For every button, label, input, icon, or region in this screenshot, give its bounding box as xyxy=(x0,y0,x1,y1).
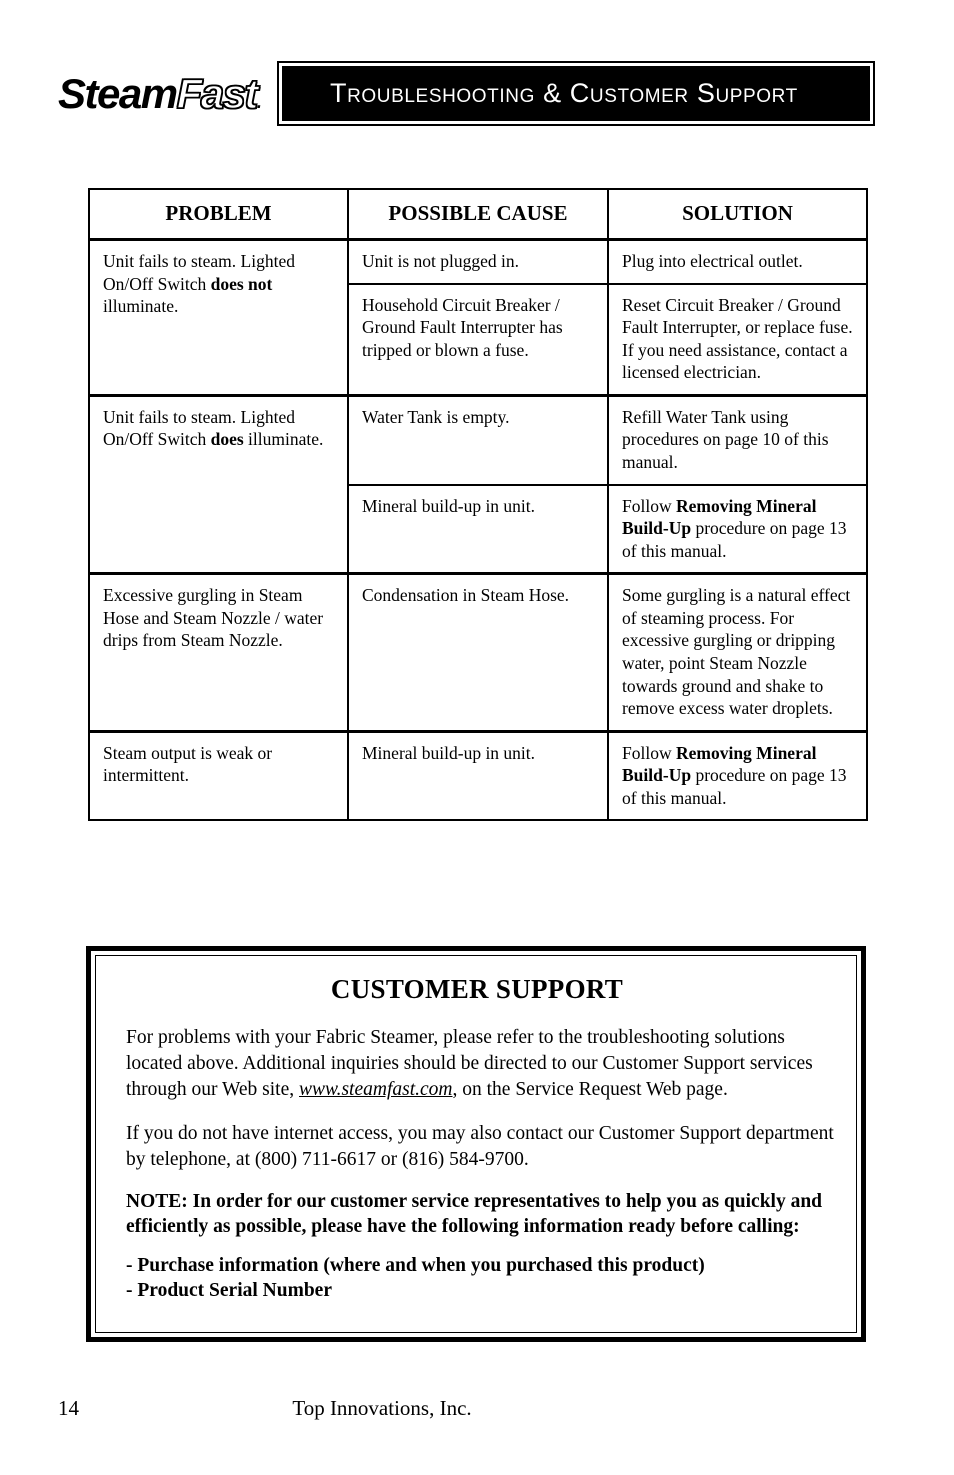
table-head: PROBLEM POSSIBLE CAUSE SOLUTION xyxy=(88,189,868,241)
steamfast-logo: SteamFast. xyxy=(58,68,268,120)
bullet-product-serial-number: - Product Serial Number xyxy=(126,1279,332,1301)
column-header-problem: PROBLEM xyxy=(88,189,349,241)
problem-text-bold: does xyxy=(210,429,244,450)
troubleshooting-table-wrapper: PROBLEM POSSIBLE CAUSE SOLUTION Unit fai… xyxy=(88,188,868,822)
cell-solution: Refill Water Tank using procedures on pa… xyxy=(607,393,868,485)
cell-problem: Excessive gurgling in Steam Hose and Ste… xyxy=(88,572,349,732)
customer-support-inner: CUSTOMER SUPPORT For problems with your … xyxy=(95,955,857,1333)
problem-text-tail: illuminate. xyxy=(243,429,324,450)
column-header-solution: SOLUTION xyxy=(607,189,868,241)
cell-cause: Household Circuit Breaker / Ground Fault… xyxy=(347,282,609,396)
section-banner: Troubleshooting & Customer Support xyxy=(277,61,875,126)
troubleshooting-table: PROBLEM POSSIBLE CAUSE SOLUTION Unit fai… xyxy=(88,188,868,822)
bullet-purchase-information: - Purchase information (where and when y… xyxy=(126,1255,705,1277)
customer-support-box: CUSTOMER SUPPORT For problems with your … xyxy=(86,946,866,1342)
paragraph-1-tail: , on the Service Request Web page. xyxy=(452,1078,728,1100)
cell-cause: Water Tank is empty. xyxy=(347,393,609,485)
section-title: Troubleshooting & Customer Support xyxy=(330,78,798,108)
cell-cause: Unit is not plugged in. xyxy=(347,238,609,284)
column-header-possible-cause: POSSIBLE CAUSE xyxy=(347,189,609,241)
cell-problem: Unit fails to steam. Lighted On/Off Swit… xyxy=(88,393,349,574)
logo-text-fast: Fast xyxy=(176,69,259,118)
table-header-row: PROBLEM POSSIBLE CAUSE SOLUTION xyxy=(88,189,868,241)
problem-text: Excessive gurgling in Steam Hose and Ste… xyxy=(103,585,324,651)
cell-solution: Follow Removing Mineral Build-Up procedu… xyxy=(607,483,868,574)
solution-text: Plug into electrical outlet. xyxy=(622,251,803,272)
problem-text-bold: does not xyxy=(210,273,273,294)
table-row: Unit fails to steam. Lighted On/Off Swit… xyxy=(88,393,868,574)
customer-support-bullets: - Purchase information (where and when y… xyxy=(120,1254,834,1303)
table-row: Excessive gurgling in Steam Hose and Ste… xyxy=(88,572,868,732)
customer-support-note: NOTE: In order for our customer service … xyxy=(126,1190,823,1238)
cell-problem: Unit fails to steam. Lighted On/Off Swit… xyxy=(88,238,349,396)
problem-text: Steam output is weak or intermittent. xyxy=(103,742,273,786)
customer-support-paragraph-1: For problems with your Fabric Steamer, p… xyxy=(120,1025,834,1103)
solution-text: Follow xyxy=(622,742,676,763)
solution-text: Reset Circuit Breaker / Ground Fault Int… xyxy=(622,294,853,383)
customer-support-title: CUSTOMER SUPPORT xyxy=(330,974,624,1004)
steamfast-website-link[interactable]: www.steamfast.com xyxy=(299,1079,452,1100)
table-row: Steam output is weak or intermittent. Mi… xyxy=(88,729,868,821)
solution-text: Some gurgling is a natural effect of ste… xyxy=(622,585,851,719)
cell-cause: Mineral build-up in unit. xyxy=(347,729,609,821)
solution-text: Refill Water Tank using procedures on pa… xyxy=(622,406,829,473)
logo-trademark-mark: . xyxy=(256,92,262,112)
page-header: SteamFast. Troubleshooting & Customer Su… xyxy=(0,0,954,150)
cell-cause: Mineral build-up in unit. xyxy=(347,483,609,574)
cell-cause: Condensation in Steam Hose. xyxy=(347,572,609,732)
cell-problem: Steam output is weak or intermittent. xyxy=(88,729,349,821)
customer-support-paragraph-2: If you do not have internet access, you … xyxy=(126,1122,834,1170)
table-body: Unit fails to steam. Lighted On/Off Swit… xyxy=(88,238,868,821)
cell-solution: Reset Circuit Breaker / Ground Fault Int… xyxy=(607,282,868,396)
cell-solution: Follow Removing Mineral Build-Up procedu… xyxy=(607,729,868,821)
page-footer: 14 Top Innovations, Inc. xyxy=(0,1396,954,1436)
logo-text-steam: Steam xyxy=(58,70,178,117)
footer-company-name: Top Innovations, Inc. xyxy=(292,1396,472,1420)
cell-solution: Plug into electrical outlet. xyxy=(607,238,868,284)
cell-solution: Some gurgling is a natural effect of ste… xyxy=(607,572,868,732)
solution-text: Follow xyxy=(622,495,676,516)
section-banner-fill: Troubleshooting & Customer Support xyxy=(282,66,870,121)
problem-text-tail: illuminate. xyxy=(103,296,179,317)
table-row: Unit fails to steam. Lighted On/Off Swit… xyxy=(88,238,868,396)
